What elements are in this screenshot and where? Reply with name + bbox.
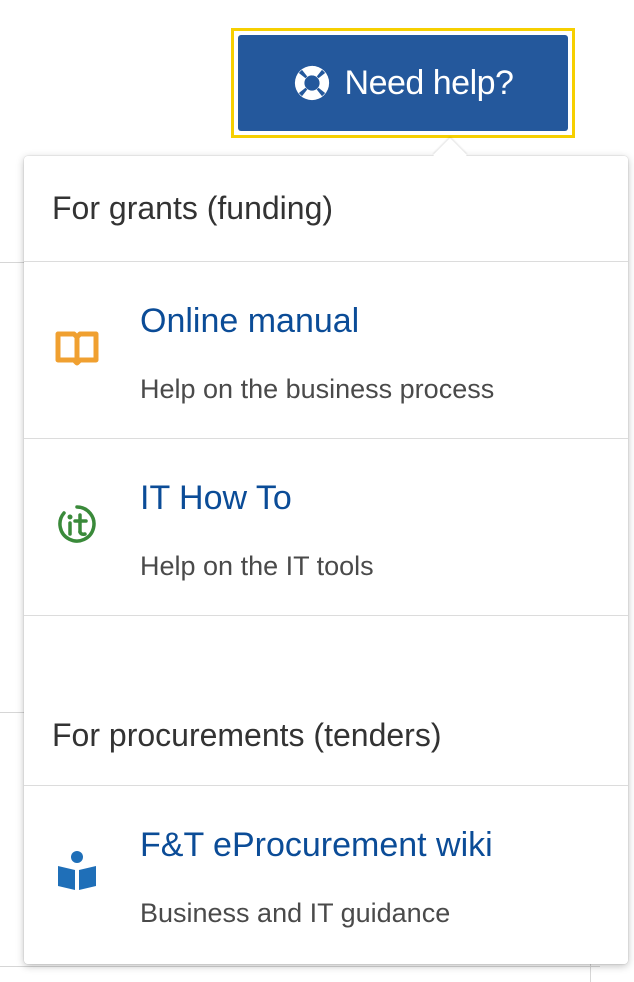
eprocurement-wiki-description: Business and IT guidance [140,898,451,928]
it-how-to-description: Help on the IT tools [140,551,374,581]
background-divider [0,262,24,263]
menu-item-online-manual[interactable]: Online manual Help on the business proce… [24,262,628,439]
dropdown-content: For grants (funding) Online manual Help … [24,156,628,964]
background-divider [0,966,600,967]
need-help-button-body[interactable]: Need help? [238,35,568,131]
online-manual-link[interactable]: Online manual [140,302,359,341]
it-icon [58,505,96,543]
need-help-label: Need help? [344,63,514,102]
menu-item-it-how-to[interactable]: IT How To Help on the IT tools [24,439,628,616]
need-help-button[interactable]: Need help? [231,28,575,138]
background-divider [0,712,24,713]
section-header-procurements: For procurements (tenders) [24,686,628,786]
online-manual-description: Help on the business process [140,374,495,404]
eprocurement-wiki-link[interactable]: F&T eProcurement wiki [140,826,493,865]
reader-icon [58,851,96,890]
lifebuoy-icon [294,65,329,101]
book-icon [55,331,99,366]
menu-item-eprocurement-wiki[interactable]: F&T eProcurement wiki Business and IT gu… [24,786,628,963]
help-dropdown-menu: For grants (funding) Online manual Help … [24,138,628,964]
section-header-grants: For grants (funding) [24,156,628,262]
it-how-to-link[interactable]: IT How To [140,479,292,518]
